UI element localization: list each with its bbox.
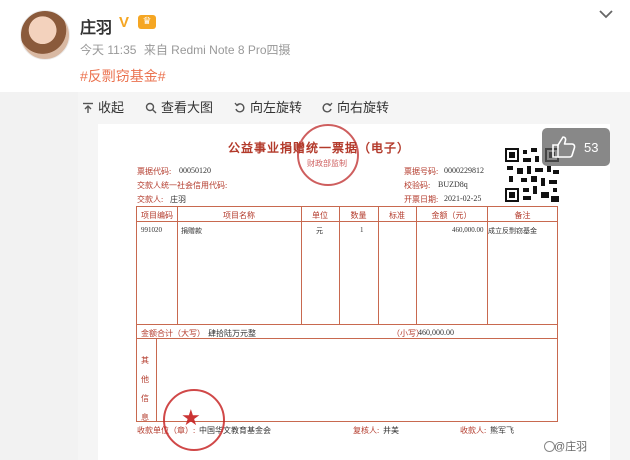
receipt-code-label: 票据代码: [137,167,172,176]
chevron-down-icon[interactable] [598,6,614,22]
avatar[interactable] [20,10,70,60]
table-header: 项目名称 [223,211,255,220]
receipt-number: 0000229812 [444,166,484,175]
view-large-label: 查看大图 [161,100,214,115]
table-rule [301,206,302,324]
issue-date: 2021-02-25 [444,194,482,203]
table-rule [416,206,417,324]
verified-icon: V [119,14,130,31]
row-amount: 460,000.00 [452,226,484,234]
post-source: 来自 Redmi Note 8 Pro四摄 [143,43,291,57]
watermark: @庄羽 [554,441,588,453]
seal-top-text: 财政部监制 [307,159,347,168]
table-rule [177,206,178,324]
table-header: 单位 [312,211,328,220]
search-icon [145,102,157,114]
post-header: 庄羽 V ♛ 今天 11:35 来自 Redmi Note 8 Pro四摄 #反… [0,0,630,92]
table-rule [378,206,379,324]
row-unit: 元 [316,227,323,235]
check-code: BUZD8q [438,180,468,189]
total-small: 460,000.00 [418,328,454,337]
payer-credit-label: 交款人统一社会信用代码: [137,181,228,190]
reviewer-label: 复核人: [353,426,380,435]
table-rule [487,206,488,324]
collapse-button[interactable]: 收起 [82,100,124,116]
collapse-label: 收起 [98,100,125,115]
check-code-label: 校验码: [404,181,431,190]
view-large-button[interactable]: 查看大图 [145,100,213,116]
rotate-left-icon [234,102,245,113]
username[interactable]: 庄羽 [80,14,112,38]
receipt-code: 00050120 [179,166,211,175]
like-button[interactable] [542,128,610,166]
image-toolbar: 收起 查看大图 向左旋转 向右旋转 [78,92,630,124]
seal-star-icon: ★ [181,405,201,430]
like-count: 53 [584,140,599,155]
total-words: 肆拾陆万元整 [208,329,256,338]
table-rule [339,206,340,324]
table-rule [136,324,558,325]
total-label: 金额合计（大写） [141,329,205,338]
reviewer: 井美 [383,426,399,435]
payer-name: 庄羽 [170,195,186,204]
post-time[interactable]: 今天 11:35 [80,43,136,57]
table-rule [156,338,157,422]
rotate-right-icon [322,102,333,113]
table-rule [136,221,558,222]
rotate-left-label: 向左旋转 [250,100,303,115]
crown-icon: ♛ [138,15,156,29]
row-remark: 成立反剽窃基金 [488,227,537,235]
other-info-label: 其他信息 [141,356,149,422]
row-code: 991020 [141,226,162,234]
topic-link[interactable]: #反剽窃基金# [80,66,166,86]
row-name: 捐赠款 [181,227,202,235]
post-meta: 今天 11:35 来自 Redmi Note 8 Pro四摄 [80,41,295,58]
table-header: 数量 [350,211,367,220]
table-header: 金额（元） [431,211,472,220]
receipt-title: 公益事业捐赠统一票据（电子） [228,141,411,155]
payee: 熊军飞 [490,426,514,435]
rotate-right-button[interactable]: 向右旋转 [321,100,389,116]
table-header: 项目编码 [141,211,173,220]
table-header: 备注 [514,211,531,220]
issue-date-label: 开票日期: [404,195,439,204]
thumbs-up-icon [552,136,576,158]
table-header: 标准 [389,211,405,220]
receipt-number-label: 票据号码: [404,167,439,176]
payer-label: 交款人: [137,195,164,204]
collapse-icon [83,102,93,113]
rotate-left-button[interactable]: 向左旋转 [234,100,302,116]
row-quantity: 1 [360,226,364,234]
rotate-right-label: 向右旋转 [337,100,390,115]
payee-label: 收款人: [460,426,487,435]
